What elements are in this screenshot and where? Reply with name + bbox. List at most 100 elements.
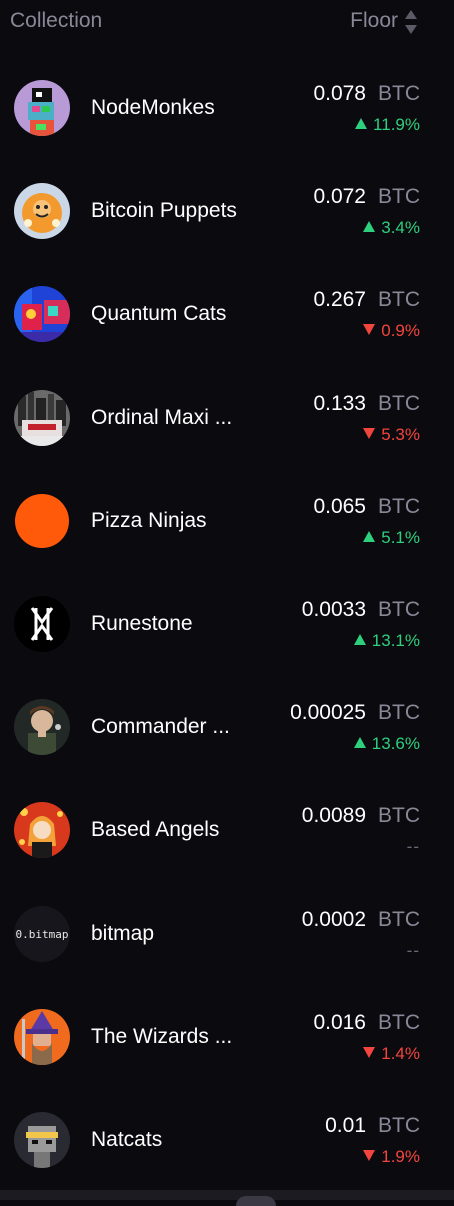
list-header: Collection Floor bbox=[0, 0, 454, 46]
floor-price-value: 0.01 bbox=[325, 1113, 366, 1137]
collection-name: Runestone bbox=[91, 611, 193, 635]
floor-price-unit: BTC bbox=[378, 494, 420, 518]
price-change-value: 5.3% bbox=[381, 424, 420, 444]
svg-text:0.bitmap: 0.bitmap bbox=[16, 928, 69, 941]
floor-price-unit: BTC bbox=[378, 907, 420, 931]
collection-row[interactable]: Natcats 0.01 BTC 1.9% bbox=[0, 1088, 454, 1191]
floor-price: 0.0089 BTC bbox=[302, 804, 420, 828]
floor-price: 0.267 BTC bbox=[313, 288, 420, 312]
price-change-value: 11.9% bbox=[373, 115, 420, 134]
triangle-down-icon bbox=[363, 1046, 376, 1058]
floor-price: 0.016 BTC bbox=[313, 1011, 420, 1035]
collection-name: Bitcoin Puppets bbox=[91, 199, 237, 223]
price-change-value: 13.1% bbox=[371, 630, 420, 650]
triangle-up-icon bbox=[353, 737, 366, 749]
collection-name: The Wizards ... bbox=[91, 1024, 233, 1048]
based-angels-avatar bbox=[14, 802, 70, 859]
price-change-value: -- bbox=[406, 940, 420, 960]
floor-price-value: 0.078 bbox=[313, 82, 366, 105]
collection-row[interactable]: NodeMonkes 0.078 BTC 11.9% bbox=[0, 56, 454, 159]
collection-column-header[interactable]: Collection bbox=[10, 9, 102, 33]
collection-row[interactable]: Bitcoin Puppets 0.072 BTC 3.4% bbox=[0, 159, 454, 262]
floor-price: 0.00025 BTC bbox=[290, 701, 420, 725]
floor-price: 0.0033 BTC bbox=[302, 598, 420, 622]
floor-price-value: 0.267 bbox=[313, 288, 366, 312]
collection-row[interactable]: Runestone 0.0033 BTC 13.1% bbox=[0, 572, 454, 675]
floor-price-unit: BTC bbox=[378, 597, 420, 621]
floor-price-unit: BTC bbox=[378, 391, 420, 415]
triangle-up-icon bbox=[363, 530, 376, 542]
floor-price-unit: BTC bbox=[378, 288, 420, 312]
collection-name: Commander ... bbox=[91, 715, 230, 739]
collection-name: NodeMonkes bbox=[91, 96, 215, 119]
triangle-up-icon bbox=[355, 118, 368, 129]
floor-price-unit: BTC bbox=[378, 1113, 420, 1137]
collection-row[interactable]: Based Angels 0.0089 BTC -- bbox=[0, 778, 454, 881]
collection-row[interactable]: The Wizards ... 0.016 BTC 1.4% bbox=[0, 985, 454, 1088]
price-change-value: 13.6% bbox=[371, 734, 420, 754]
price-change-value: 5.1% bbox=[381, 527, 420, 547]
price-change: 1.9% bbox=[363, 1147, 420, 1167]
floor-price-value: 0.133 bbox=[313, 391, 366, 415]
collection-list: NodeMonkes 0.078 BTC 11.9% Bitcoin Puppets 0.… bbox=[0, 56, 454, 1191]
price-change: -- bbox=[407, 837, 420, 857]
triangle-down-icon bbox=[363, 324, 376, 336]
natcats-avatar bbox=[14, 1111, 70, 1168]
collection-row[interactable]: Ordinal Maxi ... 0.133 BTC 5.3% bbox=[0, 366, 454, 469]
triangle-up-icon bbox=[353, 633, 366, 645]
bottom-bar bbox=[0, 1190, 454, 1200]
floor-price-value: 0.072 bbox=[313, 185, 366, 209]
floor-price-unit: BTC bbox=[378, 701, 420, 725]
collection-name: Quantum Cats bbox=[91, 302, 227, 326]
floor-price-value: 0.00025 bbox=[290, 701, 366, 725]
commander-avatar bbox=[14, 699, 70, 756]
price-change: 5.3% bbox=[363, 425, 420, 445]
floor-column-header[interactable]: Floor bbox=[350, 9, 398, 33]
bitcoin-puppets-avatar bbox=[14, 183, 70, 240]
price-change: 11.9% bbox=[355, 115, 420, 135]
sort-updown-icon[interactable] bbox=[404, 9, 418, 35]
collection-name: Pizza Ninjas bbox=[91, 508, 207, 532]
floor-price-value: 0.0089 bbox=[301, 804, 366, 828]
price-change: 13.6% bbox=[353, 734, 420, 754]
floor-price-unit: BTC bbox=[378, 82, 420, 105]
bottom-handle[interactable] bbox=[236, 1196, 276, 1206]
collection-row[interactable]: 0.bitmap bitmap 0.0002 BTC -- bbox=[0, 882, 454, 985]
floor-price-value: 0.0033 bbox=[301, 597, 366, 621]
collection-row[interactable]: Commander ... 0.00025 BTC 13.6% bbox=[0, 675, 454, 778]
triangle-down-icon bbox=[363, 427, 376, 439]
price-change-value: 0.9% bbox=[381, 321, 420, 341]
price-change-value: 3.4% bbox=[381, 218, 420, 238]
triangle-up-icon bbox=[363, 221, 376, 233]
floor-price: 0.0002 BTC bbox=[302, 908, 420, 932]
ordinal-maxi-avatar bbox=[14, 389, 70, 446]
price-change: 13.1% bbox=[353, 630, 420, 651]
price-change: -- bbox=[407, 941, 420, 961]
price-change-value: 1.9% bbox=[381, 1146, 420, 1166]
collection-name: bitmap bbox=[91, 921, 155, 945]
floor-price-value: 0.0002 bbox=[301, 907, 366, 931]
price-change-value: 1.4% bbox=[381, 1043, 420, 1063]
quantum-cats-avatar bbox=[14, 286, 70, 343]
price-change: 5.1% bbox=[363, 528, 420, 548]
floor-price-value: 0.065 bbox=[313, 494, 366, 518]
price-change: 3.4% bbox=[363, 218, 420, 238]
price-change-value: -- bbox=[406, 837, 420, 857]
triangle-down-icon bbox=[363, 1149, 376, 1161]
floor-price: 0.065 BTC bbox=[313, 495, 420, 519]
nodemonkes-avatar bbox=[14, 80, 70, 136]
collection-name: Based Angels bbox=[91, 818, 220, 842]
collection-row[interactable]: Quantum Cats 0.267 BTC 0.9% bbox=[0, 262, 454, 365]
floor-price-value: 0.016 bbox=[313, 1010, 366, 1034]
floor-price: 0.072 BTC bbox=[313, 185, 420, 209]
price-change: 1.4% bbox=[363, 1044, 420, 1064]
collection-name: Natcats bbox=[91, 1127, 163, 1151]
runestone-avatar bbox=[14, 595, 70, 652]
floor-price-unit: BTC bbox=[378, 804, 420, 828]
price-change: 0.9% bbox=[363, 321, 420, 341]
floor-price: 0.01 BTC bbox=[325, 1114, 420, 1138]
collection-row[interactable]: Pizza Ninjas 0.065 BTC 5.1% bbox=[0, 469, 454, 572]
collection-name: Ordinal Maxi ... bbox=[91, 405, 233, 429]
floor-price: 0.078 BTC bbox=[313, 82, 420, 106]
floor-price-unit: BTC bbox=[378, 185, 420, 209]
